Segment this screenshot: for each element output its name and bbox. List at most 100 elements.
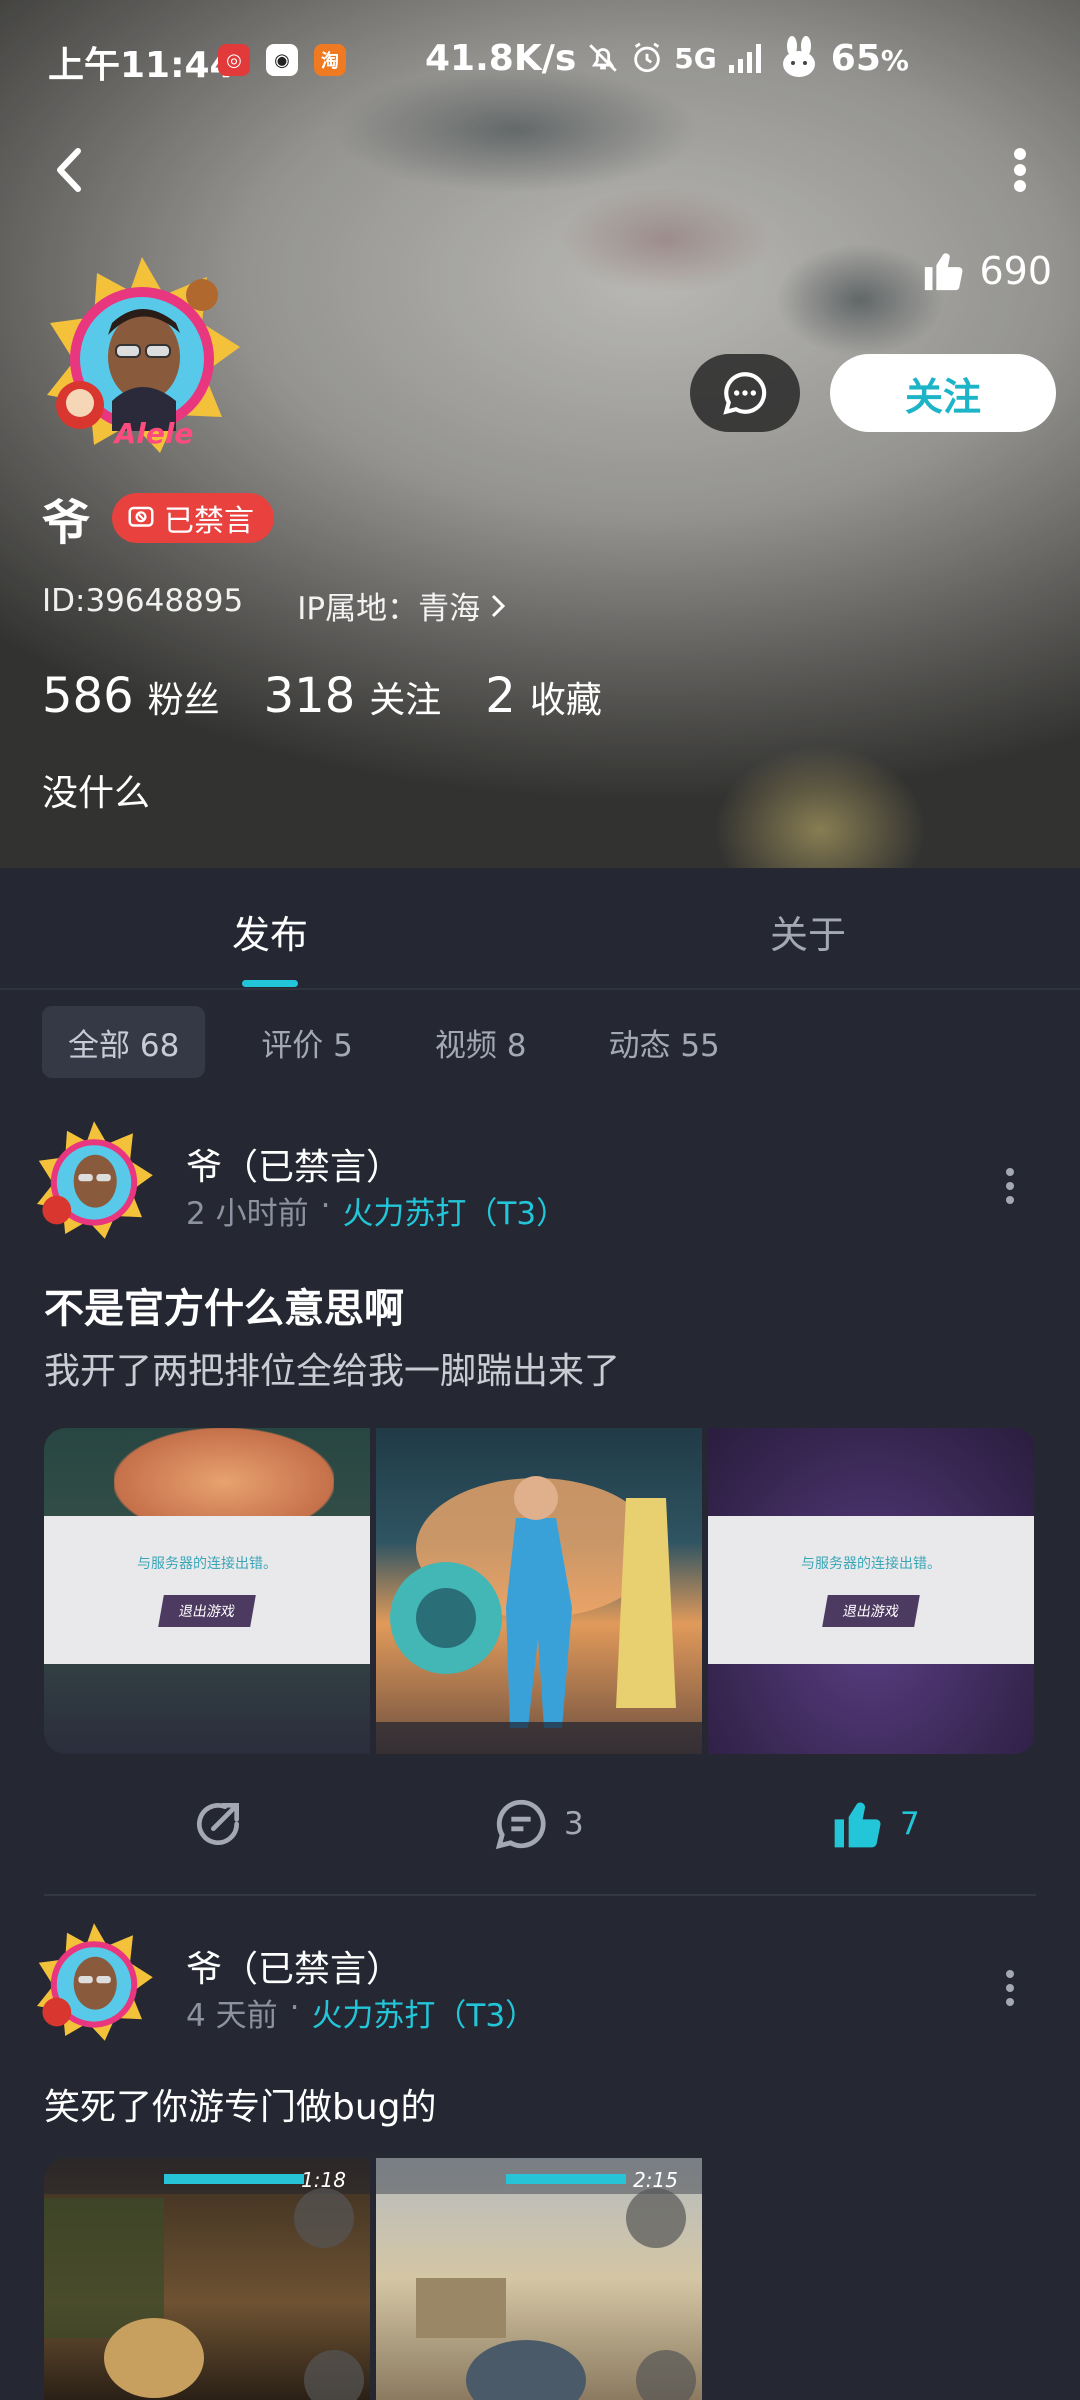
top-nav [0,140,1080,200]
ip-location[interactable]: IP属地：青海 [297,583,506,628]
post-game-link[interactable]: 火力苏打（T3） [311,1990,536,2035]
filter-reviews[interactable]: 评价 5 [235,1006,379,1078]
filter-all[interactable]: 全部 68 [42,1006,206,1078]
following-stat[interactable]: 318 关注 [264,668,442,724]
bunny-icon [782,36,815,77]
tab-about[interactable]: 关于 [770,904,846,959]
network-speed: 41.8K/s [425,37,577,79]
exit-game-label: 退出游戏 [822,1595,920,1627]
gameplay-video-thumb [44,2158,370,2400]
message-button[interactable] [690,354,800,432]
avatar-image [37,1923,153,2041]
vertical-dots-icon [1006,1168,1014,1204]
post-avatar[interactable] [34,1120,154,1240]
post-divider [44,1894,1036,1896]
ban-badge: 已禁言 [112,493,275,543]
avatar-image [37,1121,153,1239]
tab-posts[interactable]: 发布 [232,904,308,959]
signal-icon [728,44,761,73]
favorites-count: 2 [485,668,516,724]
back-button[interactable] [40,140,100,200]
exit-game-label: 退出游戏 [158,1595,256,1627]
user-id: ID:39648895 [42,583,244,619]
thumbs-up-icon [834,1802,881,1848]
status-bar: 上午11:44 ◎ ◉ 淘 41.8K/s 5G 65% [0,36,1080,92]
username: 爷 [42,495,91,551]
like-button[interactable]: 7 [830,1784,920,1864]
ban-badge-label: 已禁言 [164,504,255,539]
following-count: 318 [263,668,356,724]
post-image[interactable] [376,1428,702,1754]
share-icon [197,1803,240,1846]
error-message: 与服务器的连接出错。 [137,1556,277,1572]
status-app-icons: ◎ ◉ 淘 [218,44,346,76]
post-author[interactable]: 爷（已禁言） [186,1940,402,1992]
name-row: 爷 已禁言 [42,483,275,553]
netease-icon: ◎ [218,44,250,76]
bio: 没什么 [42,773,151,814]
post-title: 不是官方什么意思啊 [44,1286,404,1332]
followers-stat[interactable]: 586 粉丝 [42,668,220,724]
alarm-icon [634,42,661,73]
ip-location-label: IP属地：青海 [297,591,481,627]
stats-row: 586 粉丝 318 关注 2 收藏 [42,668,602,724]
explosion-cloud [114,1428,334,1518]
status-right: 41.8K/s 5G 65% [425,36,909,80]
tab-indicator [242,980,298,987]
post-image[interactable]: 与服务器的连接出错。 退出游戏 [44,1428,370,1754]
game-lobby-art [376,1476,702,1754]
favorites-label: 收藏 [529,680,602,721]
avatar-image: Alele [47,257,240,453]
post-image[interactable]: 与服务器的连接出错。 退出游戏 [708,1428,1034,1754]
post-time: 4 天前 [186,1998,278,2034]
filter-moments[interactable]: 动态 55 [582,1006,745,1078]
post-meta: 2 小时前 · 火力苏打（T3） [186,1188,567,1233]
meta-separator: · [289,1990,300,2026]
video-timer: 2:15 [633,2168,678,2192]
post-more-button[interactable] [990,1156,1030,1216]
post-body: 笑死了你游专门做bug的 [44,2087,437,2128]
favorites-stat[interactable]: 2 收藏 [485,668,602,724]
chat-bubble-icon [723,372,767,415]
taobao-icon: 淘 [314,44,346,76]
error-panel: 与服务器的连接出错。 退出游戏 [708,1516,1034,1664]
more-options-button[interactable] [990,140,1050,200]
followers-count: 586 [42,668,134,724]
post-image[interactable]: 2:15 [376,2158,702,2400]
post-image[interactable]: 1:18 [44,2158,370,2400]
network-type: 5G [674,41,717,75]
comment-button[interactable]: 3 [492,1784,584,1864]
muted-chat-icon [128,506,154,527]
filter-videos[interactable]: 视频 8 [409,1006,553,1078]
meta-separator: · [320,1188,331,1224]
post-time: 2 小时前 [186,1196,309,1232]
error-panel: 与服务器的连接出错。 退出游戏 [44,1516,370,1664]
post-image-grid: 与服务器的连接出错。 退出游戏 与服务器的连接出错。 退出游戏 [44,1428,1036,1754]
profile-avatar[interactable]: Alele [42,255,242,455]
post-avatar[interactable] [34,1922,154,2042]
post-image-grid: 1:18 2:15 [44,2158,1036,2400]
back-arrow-icon [57,148,81,192]
battery-level: 65% [830,37,909,79]
gameplay-video-thumb [376,2158,702,2400]
post-body: 我开了两把排位全给我一脚踹出来了 [44,1351,621,1392]
post-author[interactable]: 爷（已禁言） [186,1138,402,1190]
likes-count: 690 [979,249,1052,293]
id-row: ID:39648895 IP属地：青海 [42,583,506,628]
post-game-link[interactable]: 火力苏打（T3） [342,1188,567,1233]
qq-icon: ◉ [266,44,298,76]
follow-button[interactable]: 关注 [830,354,1056,432]
post-meta: 4 天前 · 火力苏打（T3） [186,1990,536,2035]
comment-count: 3 [564,1806,584,1842]
filter-chips: 全部 68 评价 5 视频 8 动态 55 [42,1006,776,1078]
vertical-dots-icon [1014,148,1026,192]
post-actions: 3 7 [0,1784,1080,1864]
followers-label: 粉丝 [147,680,220,721]
like-count: 7 [900,1806,920,1842]
share-button[interactable] [190,1784,246,1864]
vertical-dots-icon [1006,1970,1014,2006]
video-timer: 1:18 [301,2168,346,2192]
post-more-button[interactable] [990,1958,1030,2018]
chevron-right-icon [492,594,506,617]
mute-icon [589,44,618,72]
